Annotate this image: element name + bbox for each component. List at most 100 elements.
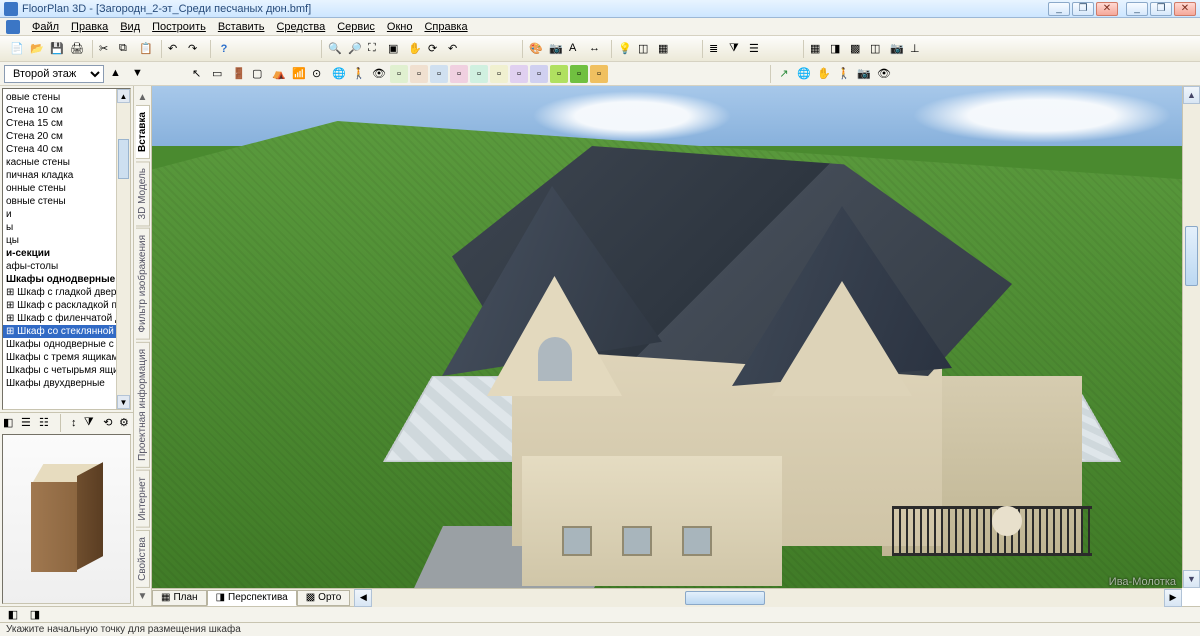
vscroll-up[interactable]: ▲	[1183, 86, 1200, 104]
tree-item[interactable]: Стена 15 см	[3, 117, 130, 130]
layer-list-button[interactable]: ☰	[747, 40, 765, 58]
tree-item[interactable]: Стена 20 см	[3, 130, 130, 143]
tool-11[interactable]: ▫	[390, 65, 408, 83]
tab-ortho[interactable]: ▩Орто	[297, 590, 351, 606]
tool-16[interactable]: ▫	[490, 65, 508, 83]
tree-scrollbar[interactable]: ▲ ▼	[116, 89, 130, 409]
view-top-button[interactable]: ▦	[808, 40, 826, 58]
light-button[interactable]: 💡	[616, 40, 634, 58]
paste-button[interactable]: 📋	[137, 40, 155, 58]
floor-up-button[interactable]: ▲	[108, 65, 126, 83]
nav-tool-1[interactable]: ↗	[775, 65, 793, 83]
tool-13[interactable]: ▫	[430, 65, 448, 83]
tool-15[interactable]: ▫	[470, 65, 488, 83]
view-list-button[interactable]: ☰	[20, 414, 36, 432]
redo-button[interactable]: ↷	[186, 40, 204, 58]
tree-scroll-down[interactable]: ▼	[117, 395, 130, 409]
tool-21[interactable]: ▫	[590, 65, 608, 83]
nav-tool-5[interactable]: 📷	[855, 65, 873, 83]
tab-perspective[interactable]: ◨Перспектива	[207, 590, 297, 606]
menu-help[interactable]: Справка	[424, 21, 467, 33]
tree-item[interactable]: пичная кладка	[3, 169, 130, 182]
tree-item[interactable]: Шкафы однодверные с ящиком	[3, 338, 130, 351]
nav-tool-3[interactable]: ✋	[815, 65, 833, 83]
side-tab[interactable]: Проектная информация	[136, 342, 150, 468]
view-detail-button[interactable]: ☷	[38, 414, 54, 432]
view-side-button[interactable]: ▩	[848, 40, 866, 58]
side-tab[interactable]: Интернет	[136, 470, 150, 528]
render-button[interactable]: 🎨	[527, 40, 545, 58]
viewport-vscrollbar[interactable]: ▲ ▼	[1182, 86, 1200, 588]
door-tool[interactable]: 🚪	[230, 65, 248, 83]
doc-close-button[interactable]: ✕	[1096, 2, 1118, 16]
tree-item[interactable]: Шкафы однодверные	[3, 273, 130, 286]
tree-item[interactable]: касные стены	[3, 156, 130, 169]
tree-item[interactable]: афы-столы	[3, 260, 130, 273]
menu-tools[interactable]: Средства	[276, 21, 325, 33]
wall-tool[interactable]: ▭	[210, 65, 228, 83]
grid-button[interactable]: ▦	[656, 40, 674, 58]
tool-12[interactable]: ▫	[410, 65, 428, 83]
tree-item[interactable]: ⊞ Шкаф с филенчатой дверцей	[3, 312, 130, 325]
tool-18[interactable]: ▫	[530, 65, 548, 83]
print-button[interactable]: 🖨	[68, 40, 86, 58]
3d-viewport[interactable]: Ива-Молотка	[152, 86, 1182, 606]
3d-button[interactable]: ◫	[636, 40, 654, 58]
side-tab-scroll-down[interactable]: ▼	[138, 591, 148, 602]
snap-tool[interactable]: ⊙	[310, 65, 328, 83]
tree-item[interactable]: Стена 10 см	[3, 104, 130, 117]
menu-edit[interactable]: Правка	[71, 21, 108, 33]
menu-file[interactable]: Файл	[32, 21, 59, 33]
rotate-button[interactable]: ⟲	[101, 414, 115, 432]
tree-item[interactable]: онные стены	[3, 182, 130, 195]
viewport-hscrollbar[interactable]: ◀ ▶	[354, 589, 1182, 607]
tree-item[interactable]: Шкафы двухдверные	[3, 377, 130, 390]
tree-item[interactable]: и-секции	[3, 247, 130, 260]
tool-20[interactable]: ▫	[570, 65, 588, 83]
bottom-tool-1[interactable]: ◧	[4, 606, 22, 624]
text-button[interactable]: A	[567, 40, 585, 58]
bottom-tool-2[interactable]: ◨	[26, 606, 44, 624]
new-button[interactable]: 📄	[8, 40, 26, 58]
window-tool[interactable]: ▢	[250, 65, 268, 83]
hscroll-thumb[interactable]	[685, 591, 765, 605]
dimension-button[interactable]: ↔	[587, 40, 605, 58]
walk-tool[interactable]: 🚶	[350, 65, 368, 83]
save-button[interactable]: 💾	[48, 40, 66, 58]
zoom-prev-button[interactable]: ↶	[446, 40, 464, 58]
tree-item[interactable]: овные стены	[3, 195, 130, 208]
side-tab[interactable]: Вставка	[136, 105, 150, 159]
hscroll-left[interactable]: ◀	[354, 589, 372, 607]
floor-down-button[interactable]: ▼	[130, 65, 148, 83]
tool-19[interactable]: ▫	[550, 65, 568, 83]
roof-tool[interactable]: ⛺	[270, 65, 288, 83]
side-tab[interactable]: Фильтр изображения	[136, 228, 150, 340]
doc-minimize-button[interactable]: _	[1048, 2, 1070, 16]
tool-14[interactable]: ▫	[450, 65, 468, 83]
help-button[interactable]: ?	[215, 40, 233, 58]
filter-button[interactable]: ⧩	[83, 414, 99, 432]
menu-build[interactable]: Построить	[152, 21, 206, 33]
tree-item[interactable]: ы	[3, 221, 130, 234]
layers-button[interactable]: ≣	[707, 40, 725, 58]
tab-plan[interactable]: ▦План	[152, 590, 207, 606]
stairs-tool[interactable]: 📶	[290, 65, 308, 83]
vscroll-down[interactable]: ▼	[1183, 570, 1200, 588]
tree-item[interactable]: овые стены	[3, 91, 130, 104]
hscroll-right[interactable]: ▶	[1164, 589, 1182, 607]
menu-view[interactable]: Вид	[120, 21, 140, 33]
zoom-window-button[interactable]: ⛶	[366, 40, 384, 58]
menu-window[interactable]: Окно	[387, 21, 413, 33]
floor-selector[interactable]: Второй этаж	[4, 65, 104, 83]
maximize-button[interactable]: ❐	[1150, 2, 1172, 16]
tree-item[interactable]: ⊞ Шкаф с раскладкой по стеклу	[3, 299, 130, 312]
nav-tool-2[interactable]: 🌐	[795, 65, 813, 83]
zoom-out-button[interactable]: 🔎	[346, 40, 364, 58]
nav-tool-4[interactable]: 🚶	[835, 65, 853, 83]
tree-item[interactable]: ⊞ Шкаф со стеклянной дверцей	[3, 325, 130, 338]
menu-service[interactable]: Сервис	[337, 21, 375, 33]
tree-item[interactable]: Стена 40 см	[3, 143, 130, 156]
view-tree-button[interactable]: ◧	[2, 414, 18, 432]
cut-button[interactable]: ✂	[97, 40, 115, 58]
tree-item[interactable]: Шкафы с четырьмя ящиками	[3, 364, 130, 377]
